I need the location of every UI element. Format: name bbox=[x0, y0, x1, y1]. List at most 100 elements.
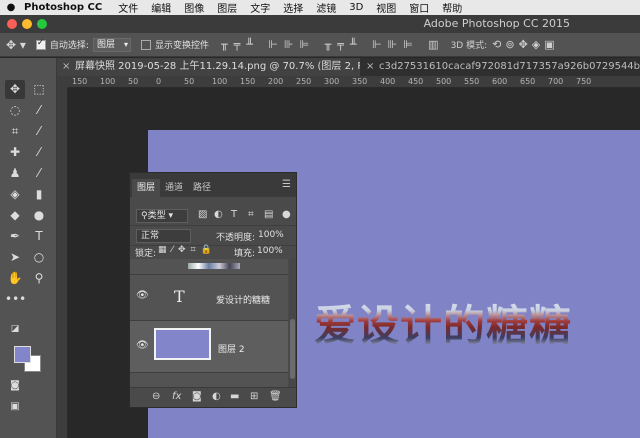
history-brush-icon[interactable]: ⁄ bbox=[29, 164, 49, 183]
layer-name[interactable]: 图层 2 bbox=[218, 342, 245, 355]
document-tab-active[interactable]: × 屏幕快照 2019-05-28 上午11.29.14.png @ 70.7%… bbox=[57, 58, 360, 76]
filter-smart-object-icon[interactable]: ▤ bbox=[264, 209, 273, 220]
zoom-window-button[interactable] bbox=[37, 19, 47, 29]
foreground-color-swatch[interactable] bbox=[14, 346, 31, 363]
menu-select[interactable]: 选择 bbox=[283, 0, 303, 15]
filter-type-icon[interactable]: T bbox=[231, 209, 237, 220]
lock-icons[interactable]: ▦⁄✥⌗🔒 bbox=[158, 245, 217, 255]
menu-filter[interactable]: 滤镜 bbox=[316, 0, 336, 15]
type-tool-icon[interactable]: T bbox=[29, 227, 49, 246]
photoshop-window: ● Photoshop CC 文件 编辑 图像 图层 文字 选择 滤镜 3D 视… bbox=[0, 0, 640, 438]
show-transform-checkbox[interactable] bbox=[140, 39, 151, 50]
move-tool-icon[interactable]: ✥ bbox=[5, 80, 25, 99]
layer-row-raster-selected[interactable]: 👁 图层 2 bbox=[130, 321, 288, 373]
tab-channels[interactable]: 通道 bbox=[160, 179, 188, 197]
gradient-tool-icon[interactable]: ▮ bbox=[29, 185, 49, 204]
opacity-value[interactable]: 100% bbox=[258, 230, 284, 240]
brush-tool-icon[interactable]: ⁄ bbox=[29, 143, 49, 162]
eye-visibility-icon[interactable]: 👁 bbox=[136, 340, 149, 351]
layer-thumbnail bbox=[154, 328, 211, 360]
3d-mode-icons[interactable]: ⟲⊚✥◈▣ bbox=[492, 38, 559, 51]
canvas-text-layer[interactable]: 爱设计的糖糖 bbox=[314, 292, 572, 353]
layer-row-text[interactable]: 👁 T 爱设计的糖糖 bbox=[130, 275, 288, 321]
document-tab-label: 屏幕快照 2019-05-28 上午11.29.14.png @ 70.7% (… bbox=[75, 61, 360, 72]
dodge-tool-icon[interactable]: ● bbox=[29, 206, 49, 225]
align-distribute-icons[interactable]: ╥╤╨ ⊩⊪⊫ ╥╤╨ ⊩⊪⊫ ▥ bbox=[221, 38, 445, 51]
quick-mask-icon[interactable]: ◙ bbox=[5, 376, 25, 395]
auto-select-target-dropdown[interactable]: 图层 bbox=[92, 37, 131, 52]
lasso-tool-icon[interactable]: ◌ bbox=[5, 101, 25, 120]
crop-tool-icon[interactable]: ⌗ bbox=[5, 122, 25, 141]
reset-colors-icon[interactable]: ◪ bbox=[5, 320, 25, 339]
quick-select-tool-icon[interactable]: ⁄ bbox=[29, 101, 49, 120]
layers-scrollbar[interactable] bbox=[289, 259, 296, 387]
filter-pixel-icon[interactable]: ▨ bbox=[198, 209, 207, 220]
menu-image[interactable]: 图像 bbox=[184, 0, 204, 15]
marquee-tool-icon[interactable]: ⬚ bbox=[29, 80, 49, 99]
hand-tool-icon[interactable]: ✋ bbox=[5, 269, 25, 288]
zoom-tool-icon[interactable]: ⚲ bbox=[29, 269, 49, 288]
menu-window[interactable]: 窗口 bbox=[409, 0, 429, 15]
adjustment-icon[interactable]: ◐ bbox=[212, 391, 221, 402]
menu-help[interactable]: 帮助 bbox=[442, 0, 462, 15]
horizontal-ruler[interactable]: 150 100 50 0 50 100 150 200 250 300 350 400 450 500 55… bbox=[68, 76, 640, 88]
blend-mode-dropdown[interactable]: 正常 bbox=[136, 229, 191, 243]
document-tab-label: c3d27531610cacaf972081d717357a926b072954… bbox=[379, 61, 640, 72]
ellipse-tool-icon[interactable]: ○ bbox=[29, 248, 49, 267]
close-tab-icon[interactable]: × bbox=[366, 58, 374, 76]
scrollbar-thumb[interactable] bbox=[290, 319, 295, 379]
filter-shape-icon[interactable]: ⌗ bbox=[248, 209, 254, 220]
close-window-button[interactable] bbox=[7, 19, 17, 29]
layers-list: 👁 T 爱设计的糖糖 👁 图层 2 bbox=[130, 259, 288, 387]
ruler-origin[interactable] bbox=[57, 76, 68, 88]
layer-name[interactable]: 爱设计的糖糖 bbox=[216, 293, 270, 306]
document-tab-inactive[interactable]: × c3d27531610cacaf972081d717357a926b0729… bbox=[361, 58, 640, 76]
ruler-tick-label: 0 bbox=[156, 77, 162, 86]
fill-value[interactable]: 100% bbox=[257, 246, 283, 256]
close-tab-icon[interactable]: × bbox=[62, 58, 70, 76]
title-bar: Adobe Photoshop CC 2015 bbox=[0, 15, 640, 33]
trash-icon[interactable]: 🗑 bbox=[269, 391, 282, 402]
menu-type[interactable]: 文字 bbox=[250, 0, 270, 15]
folder-icon[interactable]: ▬ bbox=[230, 391, 239, 402]
filter-adjustment-icon[interactable]: ◐ bbox=[214, 209, 223, 220]
ruler-tick-label: 500 bbox=[436, 77, 452, 86]
apple-logo-icon[interactable]: ● bbox=[0, 2, 22, 13]
link-icon[interactable]: ⊖ bbox=[152, 391, 160, 402]
blur-tool-icon[interactable]: ◆ bbox=[5, 206, 25, 225]
ruler-tick-label: 300 bbox=[324, 77, 340, 86]
app-menu-photoshop[interactable]: Photoshop CC bbox=[24, 2, 102, 13]
tab-paths[interactable]: 路径 bbox=[188, 179, 216, 197]
auto-select-checkbox[interactable] bbox=[35, 38, 46, 50]
eye-visibility-icon[interactable]: 👁 bbox=[136, 290, 149, 301]
screen-mode-icon[interactable]: ▣ bbox=[5, 397, 25, 416]
layer-row-partial[interactable] bbox=[130, 259, 288, 275]
layer-thumbnail bbox=[188, 263, 240, 269]
vertical-ruler[interactable] bbox=[57, 88, 68, 438]
panel-menu-icon[interactable]: ☰ bbox=[282, 179, 291, 190]
mask-icon[interactable]: ◙ bbox=[192, 391, 202, 402]
pen-tool-icon[interactable]: ✒ bbox=[5, 227, 25, 246]
menu-file[interactable]: 文件 bbox=[118, 0, 138, 15]
menu-3d[interactable]: 3D bbox=[349, 2, 363, 13]
show-transform-label: 显示变换控件 bbox=[154, 41, 209, 51]
healing-brush-icon[interactable]: ✚ bbox=[5, 143, 25, 162]
tab-layers[interactable]: 图层 bbox=[132, 179, 161, 197]
window-title: Adobe Photoshop CC 2015 bbox=[423, 17, 570, 30]
more-tools-icon[interactable]: ••• bbox=[5, 290, 26, 309]
menu-layer[interactable]: 图层 bbox=[217, 0, 237, 15]
eraser-tool-icon[interactable]: ◈ bbox=[5, 185, 25, 204]
clone-stamp-icon[interactable]: ♟ bbox=[5, 164, 25, 183]
minimize-window-button[interactable] bbox=[22, 19, 32, 29]
opacity-label: 不透明度: bbox=[216, 233, 256, 243]
menu-edit[interactable]: 编辑 bbox=[151, 0, 171, 15]
ruler-tick-label: 400 bbox=[380, 77, 396, 86]
move-tool-icon[interactable]: ✥ ▾ bbox=[6, 38, 26, 52]
menu-view[interactable]: 视图 bbox=[376, 0, 396, 15]
eyedropper-tool-icon[interactable]: ⁄ bbox=[29, 122, 49, 141]
fx-icon[interactable]: fx bbox=[172, 391, 181, 402]
filter-toggle-icon[interactable]: ● bbox=[282, 209, 291, 220]
new-layer-icon[interactable]: ⊞ bbox=[250, 391, 258, 402]
path-select-tool-icon[interactable]: ➤ bbox=[5, 248, 25, 267]
filter-kind-dropdown[interactable]: ⚲类型 ▾ bbox=[136, 209, 188, 223]
